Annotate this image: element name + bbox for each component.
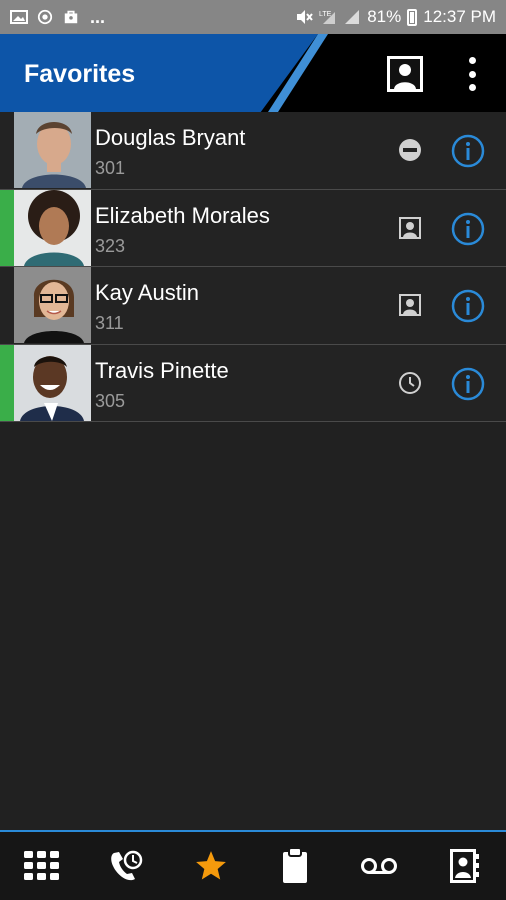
contact-card-icon[interactable] [387, 56, 423, 92]
clipboard-icon [283, 848, 308, 883]
svg-text:LTE: LTE [319, 11, 332, 18]
nav-voicemail[interactable] [337, 832, 421, 900]
contact-extension: 301 [95, 158, 126, 178]
lte-signal-icon: LTE [319, 11, 336, 24]
nav-favorites[interactable] [169, 832, 253, 900]
list-item[interactable]: Elizabeth Morales 323 [0, 189, 506, 267]
presence-indicator [0, 267, 14, 344]
contact-extension: 323 [95, 235, 126, 256]
image-icon [10, 10, 28, 24]
presence-indicator [0, 344, 14, 421]
battery-percent: 81% [367, 7, 402, 26]
mute-icon [297, 10, 313, 24]
contact-extension: 305 [95, 390, 126, 411]
menu-dot [468, 70, 476, 78]
call-activity-icon [111, 850, 143, 881]
list-item[interactable]: Travis Pinette 305 [0, 344, 506, 422]
contact-card-icon [399, 216, 421, 239]
clock-time: 12:37 PM [423, 7, 496, 26]
contacts-book-icon [449, 849, 479, 883]
favorites-star-icon [195, 851, 226, 880]
contact-card-icon [399, 294, 421, 316]
contact-name: Kay Austin [95, 280, 199, 305]
voicemail-icon [361, 858, 398, 874]
battery-icon [407, 8, 418, 26]
dialpad-icon [24, 851, 60, 880]
contact-name: Travis Pinette [95, 357, 229, 383]
notification-overflow: ... [90, 6, 106, 27]
bottom-navigation [0, 830, 506, 900]
nav-clipboard[interactable] [253, 832, 337, 900]
contact-name: Elizabeth Morales [95, 202, 270, 228]
app-header: Favorites [0, 34, 506, 112]
clock-icon [399, 371, 421, 394]
info-icon[interactable] [451, 212, 485, 246]
status-bar: ... LTE 81% 12:37 PM [0, 0, 506, 34]
info-icon[interactable] [451, 367, 485, 401]
avatar [14, 344, 91, 421]
contact-extension: 311 [95, 313, 124, 333]
info-icon[interactable] [451, 289, 485, 323]
avatar [14, 267, 91, 343]
signal-icon [345, 10, 360, 24]
menu-dot [468, 57, 476, 64]
nav-call-activity[interactable] [84, 832, 168, 900]
avatar [14, 189, 91, 266]
list-item[interactable]: Douglas Bryant 301 [0, 112, 506, 190]
vpn-icon [37, 9, 53, 25]
overflow-menu-button[interactable] [462, 54, 482, 94]
avatar [14, 112, 91, 188]
contact-name: Douglas Bryant [95, 125, 246, 150]
favorites-list: Douglas Bryant 301 Elizabeth Morales 323 [0, 112, 506, 422]
presence-indicator [0, 112, 14, 189]
page-title: Favorites [24, 60, 136, 88]
do-not-disturb-icon [399, 139, 421, 161]
presence-indicator [0, 189, 14, 266]
shopping-bag-icon [64, 10, 78, 24]
menu-dot [468, 84, 476, 91]
nav-dialpad[interactable] [0, 832, 84, 900]
nav-contacts[interactable] [422, 832, 506, 900]
list-item[interactable]: Kay Austin 311 [0, 267, 506, 345]
info-icon[interactable] [451, 134, 485, 168]
